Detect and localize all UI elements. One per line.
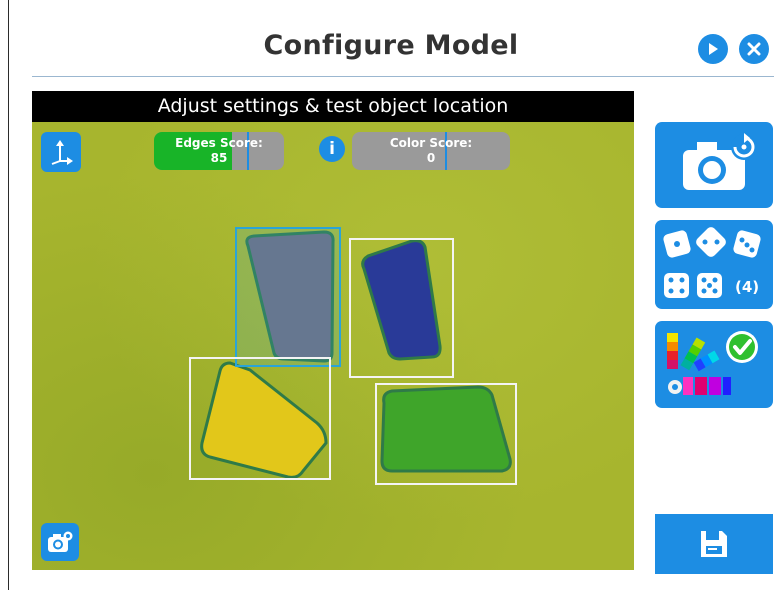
color-palette-icon — [667, 331, 758, 395]
close-icon — [747, 42, 761, 56]
camera-settings-button[interactable] — [41, 523, 79, 561]
object-bounding-box-gray[interactable] — [235, 227, 341, 367]
save-icon — [701, 531, 727, 557]
object-bounding-box-yellow[interactable] — [189, 357, 331, 480]
save-button[interactable] — [655, 514, 773, 574]
camera-refresh-button[interactable] — [655, 122, 773, 208]
object-bounding-box-blue[interactable] — [349, 238, 454, 378]
header-divider — [32, 76, 774, 77]
dice-button[interactable]: (4) — [655, 220, 773, 309]
close-button[interactable] — [739, 34, 769, 64]
play-icon — [709, 43, 718, 55]
object-bounding-box-green[interactable] — [375, 383, 517, 485]
camera-view[interactable]: Adjust settings & test object location E… — [32, 91, 634, 570]
dice-count: (4) — [735, 278, 760, 296]
color-palette-button[interactable] — [655, 321, 773, 408]
camera-refresh-icon — [683, 133, 757, 190]
page-title: Configure Model — [263, 30, 519, 61]
play-button[interactable] — [698, 34, 728, 64]
camera-settings-icon — [48, 531, 73, 552]
